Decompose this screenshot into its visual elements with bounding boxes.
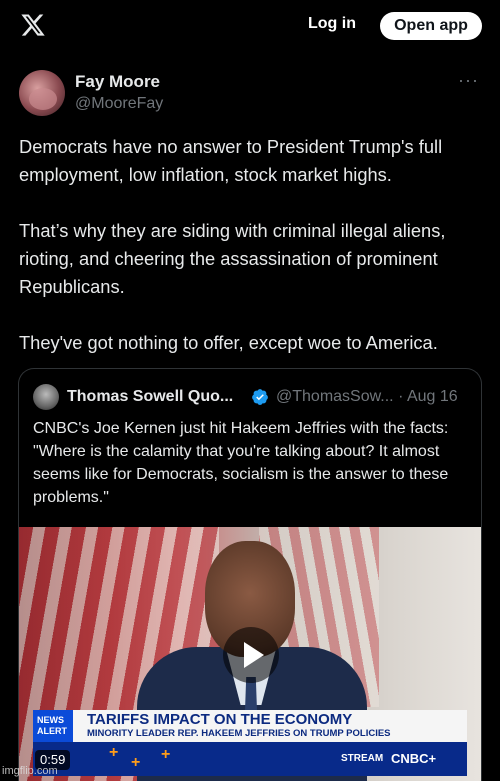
- video-player[interactable]: NEWS ALERT TARIFFS IMPACT ON THE ECONOMY…: [19, 527, 481, 781]
- stream-label: STREAM: [341, 753, 384, 764]
- watermark: imgflip.com: [2, 765, 58, 777]
- open-app-button[interactable]: Open app: [380, 12, 482, 40]
- top-bar: Log in Open app: [0, 0, 500, 52]
- post-paragraph: Democrats have no answer to President Tr…: [19, 136, 443, 185]
- quoted-avatar[interactable]: [33, 384, 59, 410]
- verified-badge-icon: [252, 389, 268, 405]
- post-paragraph: They've got nothing to offer, except woe…: [19, 332, 438, 353]
- more-horizontal-icon[interactable]: ···: [458, 70, 479, 91]
- plus-icon: +: [109, 744, 119, 761]
- author-name[interactable]: Fay Moore: [75, 72, 160, 92]
- author-handle[interactable]: @MooreFay: [75, 95, 163, 113]
- quoted-handle-date[interactable]: @ThomasSow... · Aug 16: [276, 388, 458, 406]
- chyron-subline: MINORITY LEADER REP. HAKEEM JEFFRIES ON …: [87, 728, 391, 739]
- post-paragraph: That’s why they are siding with criminal…: [19, 220, 446, 297]
- quoted-text: CNBC's Joe Kernen just hit Hakeem Jeffri…: [33, 420, 449, 506]
- plus-icon: +: [131, 754, 141, 771]
- quoted-author-name[interactable]: Thomas Sowell Quo...: [67, 388, 233, 406]
- news-alert-badge: NEWS ALERT: [33, 710, 73, 742]
- login-link[interactable]: Log in: [308, 15, 356, 33]
- ticker-bar: + + + STREAM CNBC+: [33, 742, 467, 776]
- quoted-post[interactable]: Thomas Sowell Quo... @ThomasSow... · Aug…: [18, 368, 482, 781]
- x-logo-icon[interactable]: [20, 12, 46, 38]
- play-icon[interactable]: [223, 627, 279, 683]
- chyron: TARIFFS IMPACT ON THE ECONOMY MINORITY L…: [73, 710, 467, 742]
- plus-icon: +: [161, 746, 171, 763]
- post-text: Democrats have no answer to President Tr…: [19, 133, 489, 385]
- avatar[interactable]: [19, 70, 65, 116]
- chyron-headline: TARIFFS IMPACT ON THE ECONOMY: [87, 711, 353, 728]
- network-logo: CNBC+: [391, 751, 437, 766]
